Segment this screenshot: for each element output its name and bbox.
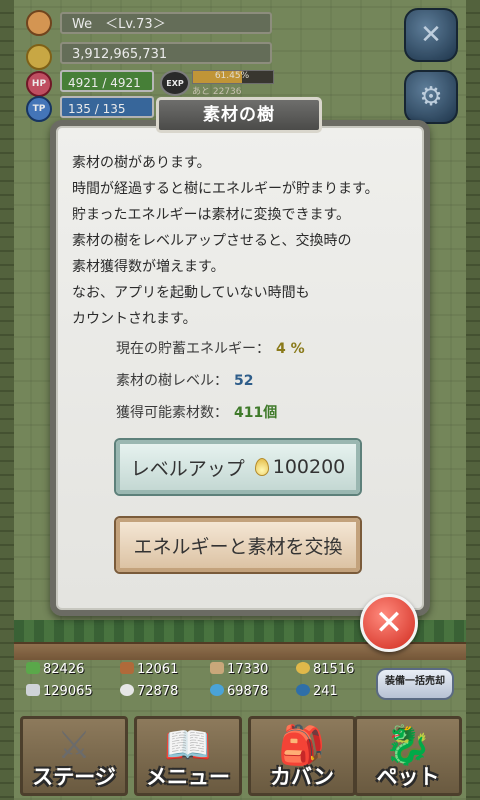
herb-icon xyxy=(26,662,40,674)
energy-label: 現在の貯蓄エネルギー： xyxy=(116,341,270,357)
resource-value: 12061 xyxy=(137,662,179,677)
nav-label: メニュー xyxy=(146,765,230,789)
description-line: 素材の樹をレベルアップさせると、交換時の xyxy=(72,233,352,249)
dialog-description: 素材の樹があります。 時間が経過すると樹にエネルギーが貯まります。 貯まったエネ… xyxy=(72,150,412,332)
level-up-cost: 100200 xyxy=(272,456,346,478)
tree-level-stat: 素材の樹レベル： 52 xyxy=(116,370,253,390)
drop-icon xyxy=(296,662,310,674)
dialog-close-button[interactable]: ✕ xyxy=(360,594,418,652)
level-up-button[interactable]: レベルアップ 100200 xyxy=(116,440,360,494)
tree-level-label: 素材の樹レベル： xyxy=(116,373,228,389)
resource-herb: 82426 xyxy=(26,662,84,677)
description-line: なお、アプリを起動していない時間も xyxy=(72,285,310,301)
description-line: 時間が経過すると樹にエネルギーが貯まります。 xyxy=(72,181,379,197)
branch-icon xyxy=(210,662,224,674)
resource-value: 69878 xyxy=(227,684,269,699)
resource-crystal: 69878 xyxy=(210,684,268,699)
exchange-label: エネルギーと素材を交換 xyxy=(133,535,343,558)
obtainable-label: 獲得可能素材数： xyxy=(116,405,228,421)
nav-label: カバン xyxy=(269,765,335,789)
resource-value: 82426 xyxy=(43,662,85,677)
nav-pet-button[interactable]: 🐉 ペット xyxy=(354,716,462,796)
ore-icon xyxy=(120,684,134,696)
obtainable-value: 411個 xyxy=(234,405,278,421)
resource-drop: 81516 xyxy=(296,662,354,677)
resource-value: 81516 xyxy=(313,662,355,677)
wood-icon xyxy=(120,662,134,674)
resource-wood: 12061 xyxy=(120,662,178,677)
resource-value: 72878 xyxy=(137,684,179,699)
nav-label: ステージ xyxy=(32,765,116,789)
resource-branch: 17330 xyxy=(210,662,268,677)
resource-orb: 241 xyxy=(296,684,338,699)
nav-label: ペット xyxy=(376,765,440,789)
description-line: カウントされます。 xyxy=(72,311,197,327)
resource-ore: 72878 xyxy=(120,684,178,699)
obtainable-stat: 獲得可能素材数： 411個 xyxy=(116,402,277,422)
tree-level-value: 52 xyxy=(234,373,254,389)
orb-icon xyxy=(296,684,310,696)
nav-stage-button[interactable]: ⚔ ステージ xyxy=(20,716,128,796)
energy-stat: 現在の貯蓄エネルギー： 4 % xyxy=(116,338,305,358)
energy-value: 4 % xyxy=(276,341,305,357)
level-up-label: レベルアップ xyxy=(130,457,245,480)
energy-drop-icon xyxy=(254,458,269,476)
resource-value: 17330 xyxy=(227,662,269,677)
nav-bag-button[interactable]: 🎒 カバン xyxy=(248,716,356,796)
description-line: 素材獲得数が増えます。 xyxy=(72,259,225,275)
description-line: 素材の樹があります。 xyxy=(72,155,211,171)
description-line: 貯まったエネルギーは素材に変換できます。 xyxy=(72,207,351,223)
exchange-button[interactable]: エネルギーと素材を交換 xyxy=(116,518,360,572)
crystal-icon xyxy=(210,684,224,696)
resource-value: 241 xyxy=(313,684,338,699)
sell-all-equipment-button[interactable]: 装備一括売却 xyxy=(376,668,454,700)
resource-value: 129065 xyxy=(43,684,93,699)
nav-menu-button[interactable]: 📖 メニュー xyxy=(134,716,242,796)
ingot-icon xyxy=(26,684,40,696)
dialog-title: 素材の樹 xyxy=(156,97,322,133)
close-icon: ✕ xyxy=(374,603,404,643)
resource-ingot: 129065 xyxy=(26,684,93,699)
